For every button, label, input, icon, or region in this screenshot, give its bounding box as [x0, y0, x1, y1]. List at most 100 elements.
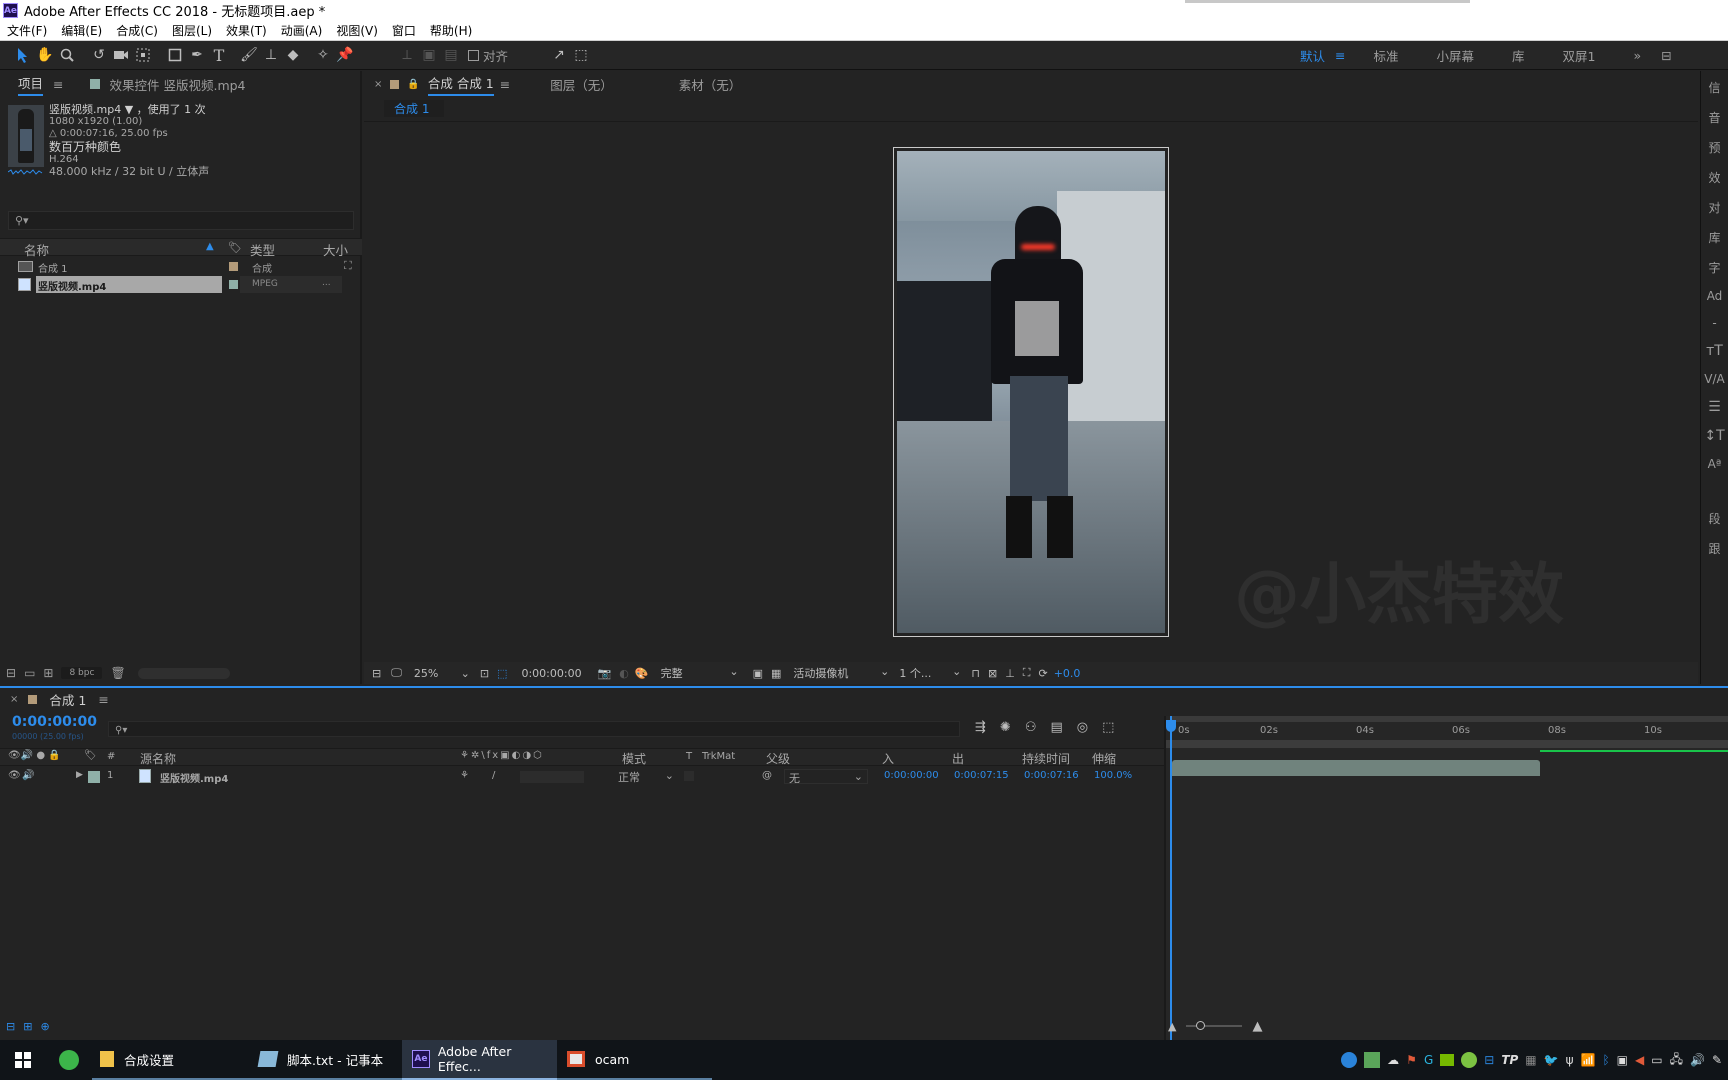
baseline-shift-icon[interactable]: Aª — [1708, 457, 1722, 471]
fit-frame-icon[interactable]: ⊡ — [480, 667, 489, 680]
video-visibility-icon[interactable]: 👁 — [8, 770, 21, 781]
tray-app-icon[interactable]: ▦ — [1525, 1053, 1536, 1067]
close-tab-icon[interactable]: × — [10, 694, 18, 705]
tab-layer[interactable]: 图层（无） — [550, 75, 613, 94]
layer-in-point[interactable]: 0:00:00:00 — [884, 770, 939, 781]
graph-editor-icon[interactable]: ⬚ — [1102, 720, 1114, 735]
parent-select[interactable]: 无 ⌄ — [784, 769, 868, 785]
taskbar-item[interactable]: Ae Adobe After Effec... — [402, 1040, 557, 1080]
column-name[interactable]: 名称 — [24, 240, 49, 259]
menu-file[interactable]: 文件(F) — [0, 22, 54, 39]
resolution-select[interactable]: 完整 ⌄ — [661, 665, 739, 681]
transparency-grid-icon[interactable]: ▦ — [771, 667, 781, 680]
tray-app-icon[interactable] — [1440, 1054, 1455, 1066]
snap-edge-icon[interactable]: ↗ — [548, 44, 570, 66]
camera-tool-icon[interactable] — [110, 44, 132, 66]
camera-select[interactable]: 活动摄像机 ⌄ — [793, 665, 889, 681]
new-folder-icon[interactable]: ▭ — [24, 666, 35, 680]
asset-dropdown-icon[interactable]: ▼ — [125, 103, 137, 116]
show-snapshot-icon[interactable]: ◐ — [619, 667, 629, 680]
panel-effects[interactable]: 效 — [1708, 169, 1720, 186]
panel-audio[interactable]: 音 — [1708, 109, 1720, 126]
panel-preview[interactable]: 预 — [1708, 139, 1720, 156]
taskbar-item[interactable]: ocam — [557, 1040, 712, 1080]
frame-blending-icon[interactable]: ▤ — [1050, 720, 1062, 735]
tray-app-icon[interactable]: ψ — [1566, 1053, 1574, 1067]
flowchart-icon[interactable]: ⛶ — [344, 259, 352, 273]
delete-icon[interactable]: 🗑 — [110, 666, 125, 680]
mask-toggle-icon[interactable]: ⬚ — [497, 667, 507, 680]
tray-app-icon[interactable]: ⊟ — [1484, 1053, 1494, 1067]
column-stretch[interactable]: 伸缩 — [1092, 750, 1116, 767]
menu-window[interactable]: 窗口 — [385, 22, 423, 39]
rotation-tool-icon[interactable]: ↺ — [88, 44, 110, 66]
bpc-button[interactable]: 8 bpc — [61, 667, 103, 679]
panel-menu-icon[interactable]: ≡ — [98, 692, 108, 707]
volume-icon[interactable]: 🔊 — [1690, 1053, 1705, 1067]
blend-mode-select[interactable]: 正常 ⌄ — [618, 769, 674, 784]
panel-tracker[interactable]: 跟 — [1708, 540, 1720, 557]
workspace-menu-icon[interactable]: ≡ — [1335, 48, 1345, 63]
pan-behind-tool-icon[interactable] — [132, 44, 154, 66]
thumbnail-slider[interactable] — [137, 667, 230, 679]
menu-effect[interactable]: 效果(T) — [219, 22, 274, 39]
always-preview-icon[interactable]: ⊟ — [372, 667, 381, 680]
label-color-swatch[interactable] — [229, 280, 238, 289]
exposure-value[interactable]: +0.0 — [1054, 667, 1081, 680]
menu-layer[interactable]: 图层(L) — [165, 22, 219, 39]
layer-duration[interactable]: 0:00:07:16 — [1024, 770, 1079, 781]
pen-icon[interactable]: ✎ — [1712, 1053, 1722, 1067]
workspace-overflow-icon[interactable]: » — [1634, 48, 1642, 63]
snap-feature-icon[interactable]: ⬚ — [570, 44, 592, 66]
font-family-field[interactable]: Ad — [1707, 289, 1723, 303]
current-time-display[interactable]: 0:00:00:00 — [521, 667, 581, 680]
windows-start-icon[interactable] — [0, 1040, 46, 1080]
panel-align[interactable]: 对 — [1708, 199, 1720, 216]
interpret-footage-icon[interactable]: ⊟ — [6, 666, 16, 680]
quality-switch-icon[interactable]: / — [492, 770, 495, 781]
stroke-icon[interactable]: ☰ — [1708, 399, 1721, 415]
time-ruler[interactable]: 0s 02s 04s 06s 08s 10s — [1166, 722, 1728, 740]
panel-paragraph[interactable]: 段 — [1708, 510, 1720, 527]
zoom-select[interactable]: 25% ⌄ — [414, 667, 470, 680]
hand-tool-icon[interactable]: ✋ — [34, 44, 56, 66]
vertical-scale-icon[interactable]: ↕T — [1704, 428, 1724, 444]
column-out[interactable]: 出 — [952, 750, 964, 767]
bluetooth-icon[interactable]: ᛒ — [1602, 1053, 1609, 1067]
snapshot-camera-icon[interactable]: 📷 — [598, 667, 612, 680]
shy-switch-icon[interactable]: ⚘ — [460, 770, 469, 781]
layer-stretch[interactable]: 100.0% — [1094, 770, 1132, 781]
menu-help[interactable]: 帮助(H) — [423, 22, 479, 39]
layer-duration-bar[interactable] — [1172, 760, 1540, 776]
tab-footage[interactable]: 素材（无） — [679, 75, 742, 94]
browser-icon[interactable] — [46, 1040, 92, 1080]
views-select[interactable]: 1 个... ⌄ — [899, 665, 961, 681]
label-tag-icon[interactable]: 🏷 — [228, 241, 242, 254]
close-tab-icon[interactable]: × — [374, 79, 382, 90]
pen-tool-icon[interactable]: ✒ — [186, 44, 208, 66]
layer-out-point[interactable]: 0:00:07:15 — [954, 770, 1009, 781]
clone-stamp-tool-icon[interactable]: ⊥ — [260, 44, 282, 66]
selection-tool-icon[interactable] — [12, 44, 34, 66]
rectangle-tool-icon[interactable] — [164, 44, 186, 66]
axis-view-icon[interactable]: ▤ — [440, 44, 462, 66]
toggle-pixel-aspect-icon[interactable]: ⊓ — [971, 667, 980, 680]
label-color-swatch[interactable] — [229, 262, 238, 271]
panel-menu-icon[interactable]: ≡ — [53, 77, 63, 92]
reset-exposure-icon[interactable]: ⟳ — [1039, 667, 1048, 680]
zoom-in-icon[interactable]: ▲ — [1252, 1019, 1262, 1034]
flowchart-icon[interactable]: ⛶ — [1023, 666, 1031, 680]
battery-icon[interactable]: ▭ — [1651, 1053, 1662, 1067]
zoom-tool-icon[interactable] — [56, 44, 78, 66]
taskbar-item[interactable]: 合成设置 — [92, 1040, 247, 1080]
transfer-controls-toggle-icon[interactable]: ⊞ — [23, 1020, 32, 1033]
tray-app-icon[interactable]: G — [1424, 1053, 1433, 1067]
timeline-search-input[interactable]: ⚲▾ — [108, 721, 960, 737]
tray-app-icon[interactable]: 🐦 — [1544, 1053, 1559, 1067]
monitor-icon[interactable]: 🖵 — [391, 666, 402, 680]
roto-brush-tool-icon[interactable]: ✧ — [312, 44, 334, 66]
tray-app-icon[interactable] — [1341, 1052, 1358, 1068]
tray-app-icon[interactable]: ⚑ — [1406, 1053, 1417, 1067]
shy-layers-icon[interactable]: ⚇ — [1025, 720, 1037, 735]
column-duration[interactable]: 持续时间 — [1022, 750, 1070, 767]
